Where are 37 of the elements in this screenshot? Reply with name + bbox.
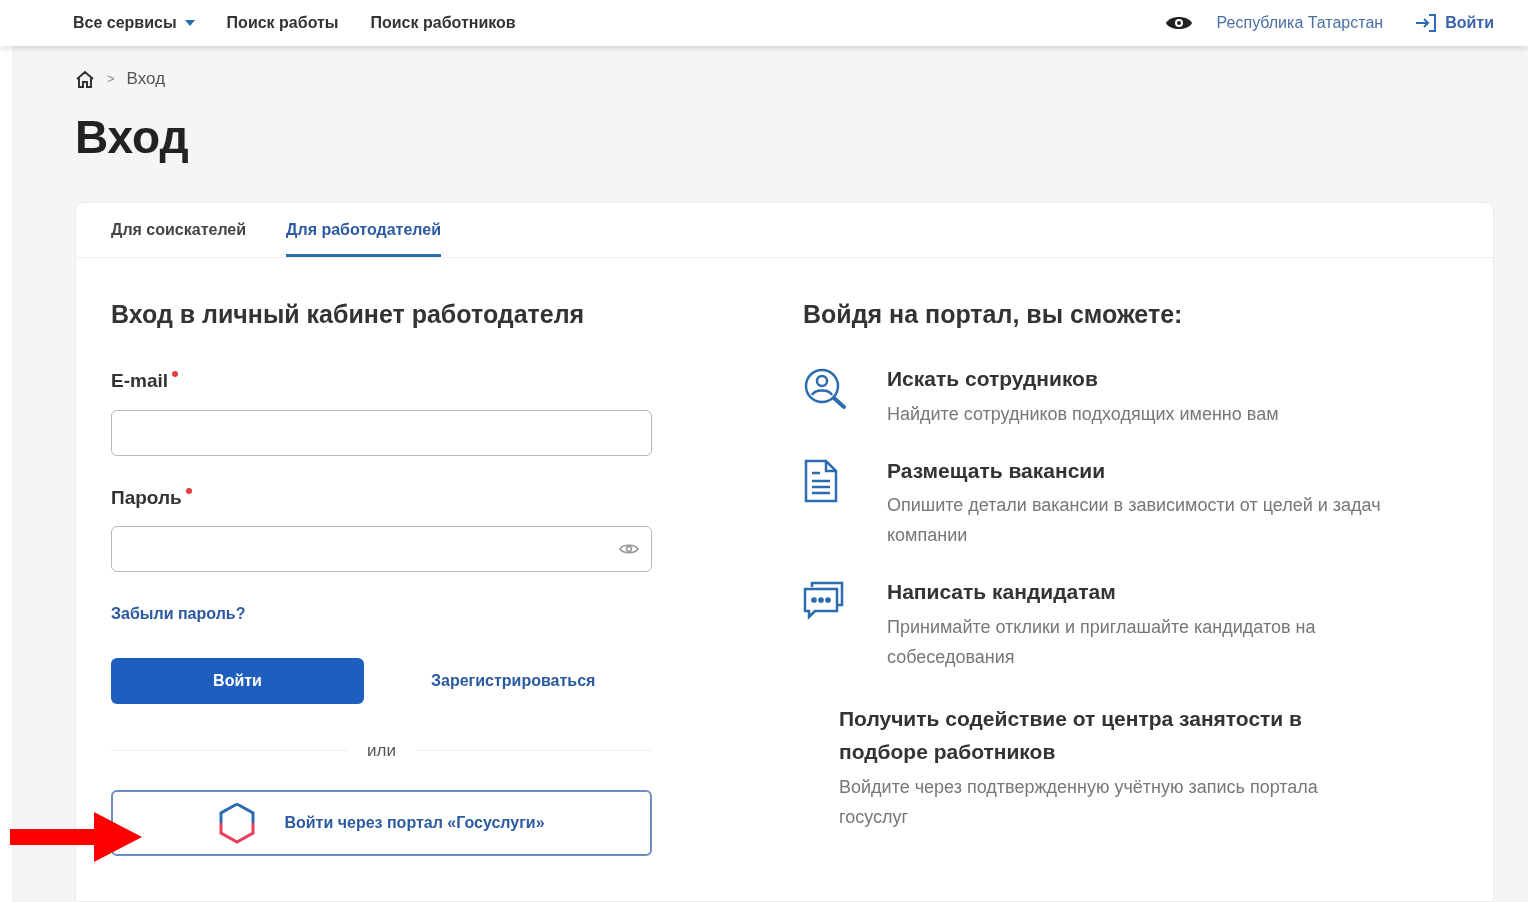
field-label: E-mail xyxy=(111,369,169,393)
breadcrumb-separator: > xyxy=(107,70,115,88)
benefit-description: Принимайте отклики и приглашайте кандидатов на собеседования xyxy=(887,615,1317,669)
benefit-title: Размещать вакансии xyxy=(887,457,1107,484)
home-icon[interactable] xyxy=(75,69,95,88)
nav-link[interactable]: Все сервисы xyxy=(73,11,195,35)
gosuslugi-login-button[interactable]: Войти через портал «Госуслуги» xyxy=(111,789,652,856)
email-field[interactable] xyxy=(111,409,652,456)
assistance-description: Войдите через подтвержденную учётную запись портала госуслуг xyxy=(839,775,1319,829)
breadcrumb-item[interactable]: Вход xyxy=(126,66,166,92)
password-field[interactable] xyxy=(111,526,652,572)
sign-in-icon xyxy=(1415,13,1438,33)
eye-icon[interactable] xyxy=(1164,14,1193,32)
register-link[interactable]: Зарегистрироваться xyxy=(431,669,596,693)
form-heading: Вход в личный кабинет работодателя xyxy=(111,298,586,330)
forgot-password-link[interactable]: Забыли пароль? xyxy=(111,602,652,626)
caret-icon xyxy=(184,20,195,26)
nav-link[interactable]: Поиск работы xyxy=(226,11,339,35)
user-search-icon xyxy=(803,367,849,411)
benefits-heading: Войдя на портал, вы сможете: xyxy=(803,298,1184,330)
login-button[interactable]: Войти xyxy=(111,658,364,704)
region-link[interactable]: Республика Татарстан xyxy=(1216,11,1384,35)
divider-text: или xyxy=(367,740,396,762)
field-label: Пароль xyxy=(111,485,182,510)
document-icon xyxy=(803,458,839,503)
assistance-title: Получить содействие от центра занятости в подборе работников xyxy=(839,705,1303,765)
tab[interactable]: Для работодателей xyxy=(286,217,441,257)
tab[interactable]: Для соискателей xyxy=(111,217,247,257)
login-link[interactable]: Войти xyxy=(1415,11,1494,35)
benefit-description: Найдите сотрудников подходящих именно вам xyxy=(887,402,1280,426)
nav-link[interactable]: Поиск работников xyxy=(370,11,516,35)
benefit-title: Искать сотрудников xyxy=(887,366,1099,392)
benefit-description: Опишите детали вакансии в зависимости от целей и задач компании xyxy=(887,494,1382,547)
arrow-icon xyxy=(10,812,142,862)
chat-icon xyxy=(803,580,845,620)
hexagon-logo-icon xyxy=(218,801,257,844)
benefit-title: Написать кандидатам xyxy=(887,579,1117,605)
